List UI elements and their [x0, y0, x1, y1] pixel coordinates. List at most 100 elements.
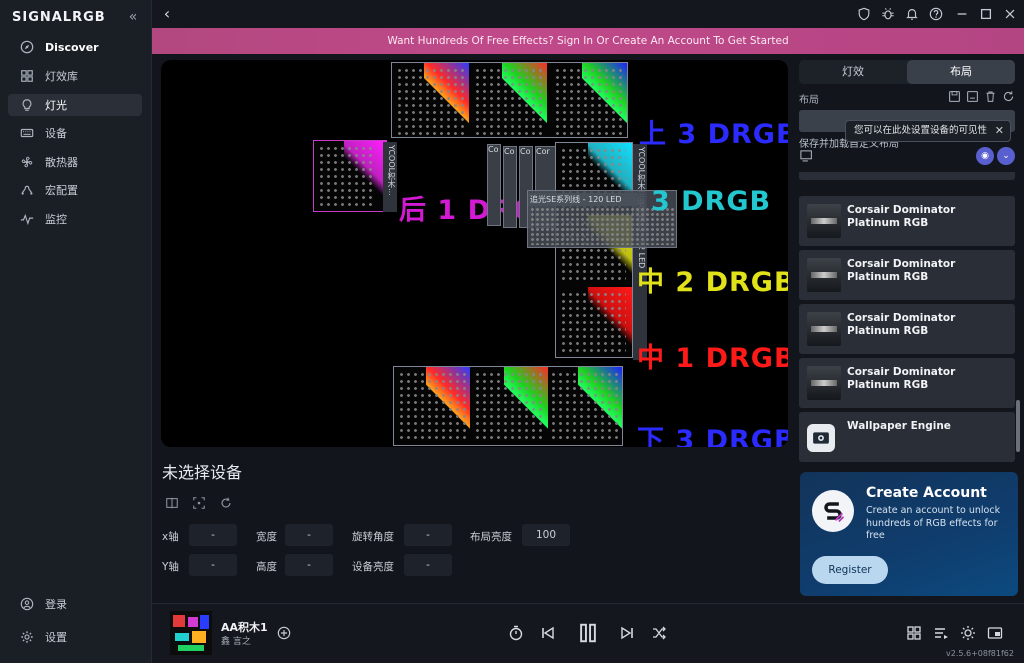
bell-icon[interactable] [904, 6, 920, 22]
sidebar-login[interactable]: 登录 [8, 593, 142, 615]
sidebar-settings[interactable]: 设置 [8, 626, 142, 648]
device-rear-fan[interactable] [313, 140, 387, 212]
device-middle-fans[interactable] [555, 142, 633, 358]
ram-thumbnail [807, 258, 841, 292]
device-list-scrollbar[interactable] [1016, 400, 1020, 452]
brightness-icon[interactable] [959, 624, 977, 642]
shuffle-icon[interactable] [650, 624, 668, 642]
sidebar-item-macros[interactable]: 宏配置 [8, 179, 142, 201]
list-item[interactable]: Corsair Dominator Platinum RGB [799, 250, 1015, 300]
led-matrix [560, 291, 626, 355]
layout-canvas[interactable]: 上 3 DRGB YCOOL积木... 后 1 DRGB Co Co Co Co… [161, 60, 788, 447]
list-item[interactable] [799, 172, 1015, 180]
device-ram-1[interactable]: Co [487, 144, 501, 226]
tab-effects[interactable]: 灯效 [799, 60, 907, 84]
save-as-icon[interactable] [966, 90, 979, 103]
device-name: Corsair Dominator Platinum RGB [847, 366, 956, 391]
device-brightness-field[interactable]: - [404, 554, 452, 576]
led-matrix [550, 371, 620, 443]
sidebar-item-cooling[interactable]: 散热器 [8, 151, 142, 173]
login-label: 登录 [45, 598, 67, 611]
save-icon[interactable] [948, 90, 961, 103]
delete-icon[interactable] [984, 90, 997, 103]
sidebar-item-label: 灯效库 [45, 70, 78, 83]
bug-icon[interactable] [880, 6, 896, 22]
list-item[interactable]: Corsair Dominator Platinum RGB [799, 196, 1015, 246]
gear-icon [20, 630, 34, 644]
minimize-icon[interactable] [954, 6, 970, 22]
macro-icon [20, 183, 34, 197]
pause-icon[interactable] [576, 621, 600, 645]
tab-layout[interactable]: 布局 [907, 60, 1015, 84]
add-circle-icon[interactable] [277, 626, 291, 640]
back-arrow-icon[interactable]: ‹ [158, 5, 176, 23]
flip-icon[interactable] [165, 496, 179, 510]
maximize-icon[interactable] [978, 6, 994, 22]
device-name: Corsair Dominator Platinum RGB [847, 258, 956, 283]
rotate-icon[interactable] [219, 496, 233, 510]
create-account-title: Create Account [866, 485, 987, 501]
list-item[interactable]: Corsair Dominator Platinum RGB [799, 304, 1015, 354]
previous-icon[interactable] [539, 624, 557, 642]
device-top-fans[interactable] [391, 62, 628, 138]
device-bottom-fans[interactable] [393, 366, 623, 446]
sidebar-item-label: 宏配置 [45, 184, 78, 197]
keyboard-icon [20, 126, 34, 140]
next-icon[interactable] [618, 624, 636, 642]
sidebar-item-monitor[interactable]: 监控 [8, 208, 142, 230]
register-button[interactable]: Register [812, 556, 888, 584]
refresh-icon[interactable] [1002, 90, 1015, 103]
layout-brightness-field[interactable]: 100 [522, 524, 570, 546]
y-axis-field[interactable]: - [189, 554, 237, 576]
app-version: v2.5.6+08f81f62 [946, 649, 1014, 658]
grid-view-icon[interactable] [905, 624, 923, 642]
sidebar-item-label: 设备 [45, 127, 67, 140]
x-axis-field[interactable]: - [189, 524, 237, 546]
create-account-card: Create Account Create an account to unlo… [800, 472, 1018, 596]
visibility-toggle-icon[interactable]: ◉ [976, 147, 994, 165]
sign-in-banner[interactable]: Want Hundreds Of Free Effects? Sign In O… [152, 28, 1024, 54]
visibility-tooltip: 您可以在此处设置设备的可见性 ✕ [845, 120, 1011, 142]
shield-icon[interactable] [856, 6, 872, 22]
playlist-icon[interactable] [932, 624, 950, 642]
device-label: Co [504, 147, 515, 156]
timer-icon[interactable] [507, 624, 525, 642]
device-label: Cor [536, 147, 550, 156]
sidebar-item-effects-library[interactable]: 灯效库 [8, 65, 142, 87]
led-matrix [474, 371, 544, 443]
device-list: Corsair Dominator Platinum RGB Corsair D… [799, 172, 1015, 462]
led-matrix [554, 67, 624, 135]
effect-thumbnail[interactable] [170, 611, 212, 655]
rotation-field[interactable]: - [404, 524, 452, 546]
wallpaper-engine-icon [807, 424, 835, 452]
ram-thumbnail [807, 204, 841, 238]
mini-player-icon[interactable] [986, 624, 1004, 642]
x-axis-label: x轴 [162, 531, 179, 543]
rotation-label: 旋转角度 [352, 531, 394, 543]
sidebar-item-label: 散热器 [45, 156, 78, 169]
led-matrix [318, 145, 376, 207]
device-label: Co [520, 147, 531, 156]
list-item[interactable]: Corsair Dominator Platinum RGB [799, 358, 1015, 408]
device-name: Wallpaper Engine [847, 420, 951, 432]
device-ram-2[interactable]: Co [503, 146, 517, 228]
device-label: Co [488, 145, 499, 154]
collapse-sidebar-icon[interactable]: « [124, 8, 142, 26]
device-name: Corsair Dominator Platinum RGB [847, 204, 956, 229]
help-icon[interactable] [928, 6, 944, 22]
sidebar: SIGNALRGB « Discover 灯效库 灯光 设备 散热器 宏配置 监… [0, 0, 152, 663]
sidebar-item-label: 监控 [45, 213, 67, 226]
close-icon[interactable] [1002, 6, 1018, 22]
sidebar-item-label: 灯光 [45, 99, 67, 112]
sidebar-item-discover[interactable]: Discover [8, 36, 142, 58]
sidebar-item-lighting[interactable]: 灯光 [8, 94, 142, 116]
width-field[interactable]: - [285, 524, 333, 546]
device-list-icon [800, 150, 814, 162]
expand-chevron-icon[interactable]: ⌄ [997, 147, 1015, 165]
sidebar-item-devices[interactable]: 设备 [8, 122, 142, 144]
close-icon[interactable]: ✕ [995, 121, 1004, 141]
list-item[interactable]: Wallpaper Engine [799, 412, 1015, 462]
center-icon[interactable] [192, 496, 206, 510]
height-field[interactable]: - [285, 554, 333, 576]
signalrgb-logo-icon [812, 490, 854, 532]
